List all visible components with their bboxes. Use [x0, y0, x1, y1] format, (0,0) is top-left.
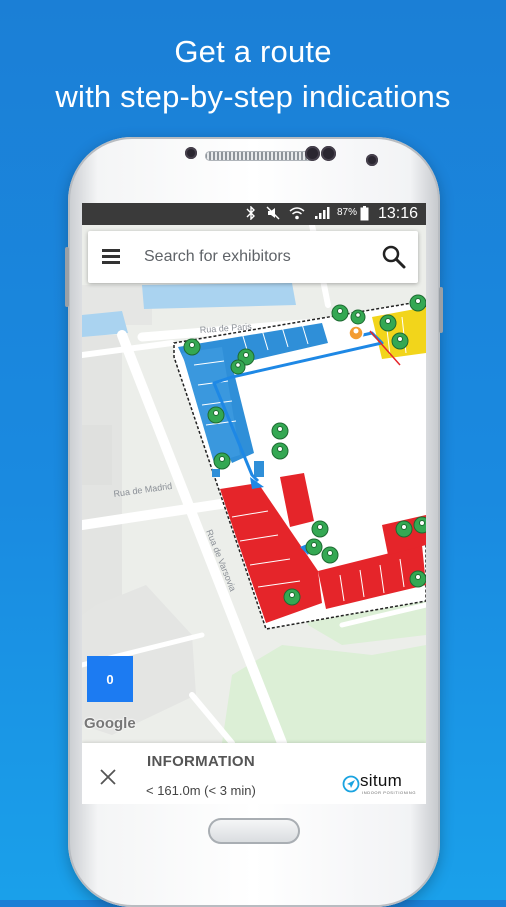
poi-marker[interactable] — [283, 588, 301, 606]
headline-line-2: with step-by-step indications — [55, 79, 451, 114]
search-bar — [88, 231, 418, 283]
search-icon[interactable] — [380, 243, 408, 271]
poi-marker[interactable] — [311, 520, 329, 538]
volume-button — [65, 247, 69, 307]
poi-marker[interactable] — [213, 452, 231, 470]
status-time: 13:16 — [377, 205, 418, 222]
poi-marker[interactable] — [207, 406, 225, 424]
power-button — [439, 287, 443, 333]
map-view[interactable]: Rua de Paris Rua de Madrid Rua de Varsov… — [82, 222, 426, 748]
phone-screen: 87% 13:16 Rua de Paris Rua de Madrid Rua… — [82, 203, 426, 804]
poi-marker[interactable] — [321, 546, 339, 564]
bluetooth-icon — [246, 205, 256, 223]
wifi-icon — [289, 206, 305, 223]
mute-icon — [266, 206, 280, 223]
route-distance: < 161.0m (< 3 min) — [146, 783, 256, 798]
google-attribution: Google — [84, 715, 136, 732]
poi-marker[interactable] — [409, 294, 426, 312]
sensor-dot-2 — [321, 146, 336, 161]
route-info-panel: INFORMATION < 161.0m (< 3 min) situm IND… — [82, 743, 426, 804]
menu-icon[interactable] — [102, 249, 122, 265]
map-canvas: Rua de Paris Rua de Madrid Rua de Varsov… — [82, 222, 426, 748]
battery-percent: 87% — [337, 207, 358, 218]
poi-marker[interactable] — [395, 520, 413, 538]
floor-selector-button[interactable]: 0 — [87, 656, 133, 702]
poi-marker[interactable] — [230, 359, 246, 375]
poi-marker[interactable] — [271, 442, 289, 460]
sensor-dot-1 — [305, 146, 320, 161]
home-button[interactable] — [208, 818, 300, 844]
front-camera — [366, 154, 378, 166]
battery-icon — [360, 206, 369, 224]
front-sensor — [185, 147, 197, 159]
poi-marker[interactable] — [271, 422, 289, 440]
poi-marker[interactable] — [331, 304, 349, 322]
signal-icon — [314, 206, 330, 223]
current-location-marker — [348, 325, 364, 341]
brand-tagline: INDOOR POSITIONING — [362, 790, 417, 795]
search-input[interactable] — [144, 245, 364, 269]
situm-logo-icon — [342, 775, 360, 793]
poi-marker[interactable] — [413, 516, 426, 534]
info-title: INFORMATION — [147, 753, 256, 770]
poi-marker[interactable] — [409, 570, 426, 588]
poi-marker[interactable] — [379, 314, 397, 332]
poi-marker[interactable] — [391, 332, 409, 350]
poi-marker[interactable] — [350, 309, 366, 325]
earpiece-speaker — [205, 151, 315, 161]
close-icon[interactable] — [98, 767, 118, 787]
brand-name: situm — [360, 771, 403, 790]
situm-logo: situm INDOOR POSITIONING — [342, 771, 420, 797]
status-bar: 87% 13:16 — [82, 203, 426, 225]
poi-marker[interactable] — [305, 538, 323, 556]
headline-line-1: Get a route — [174, 34, 332, 69]
poi-marker[interactable] — [183, 338, 201, 356]
